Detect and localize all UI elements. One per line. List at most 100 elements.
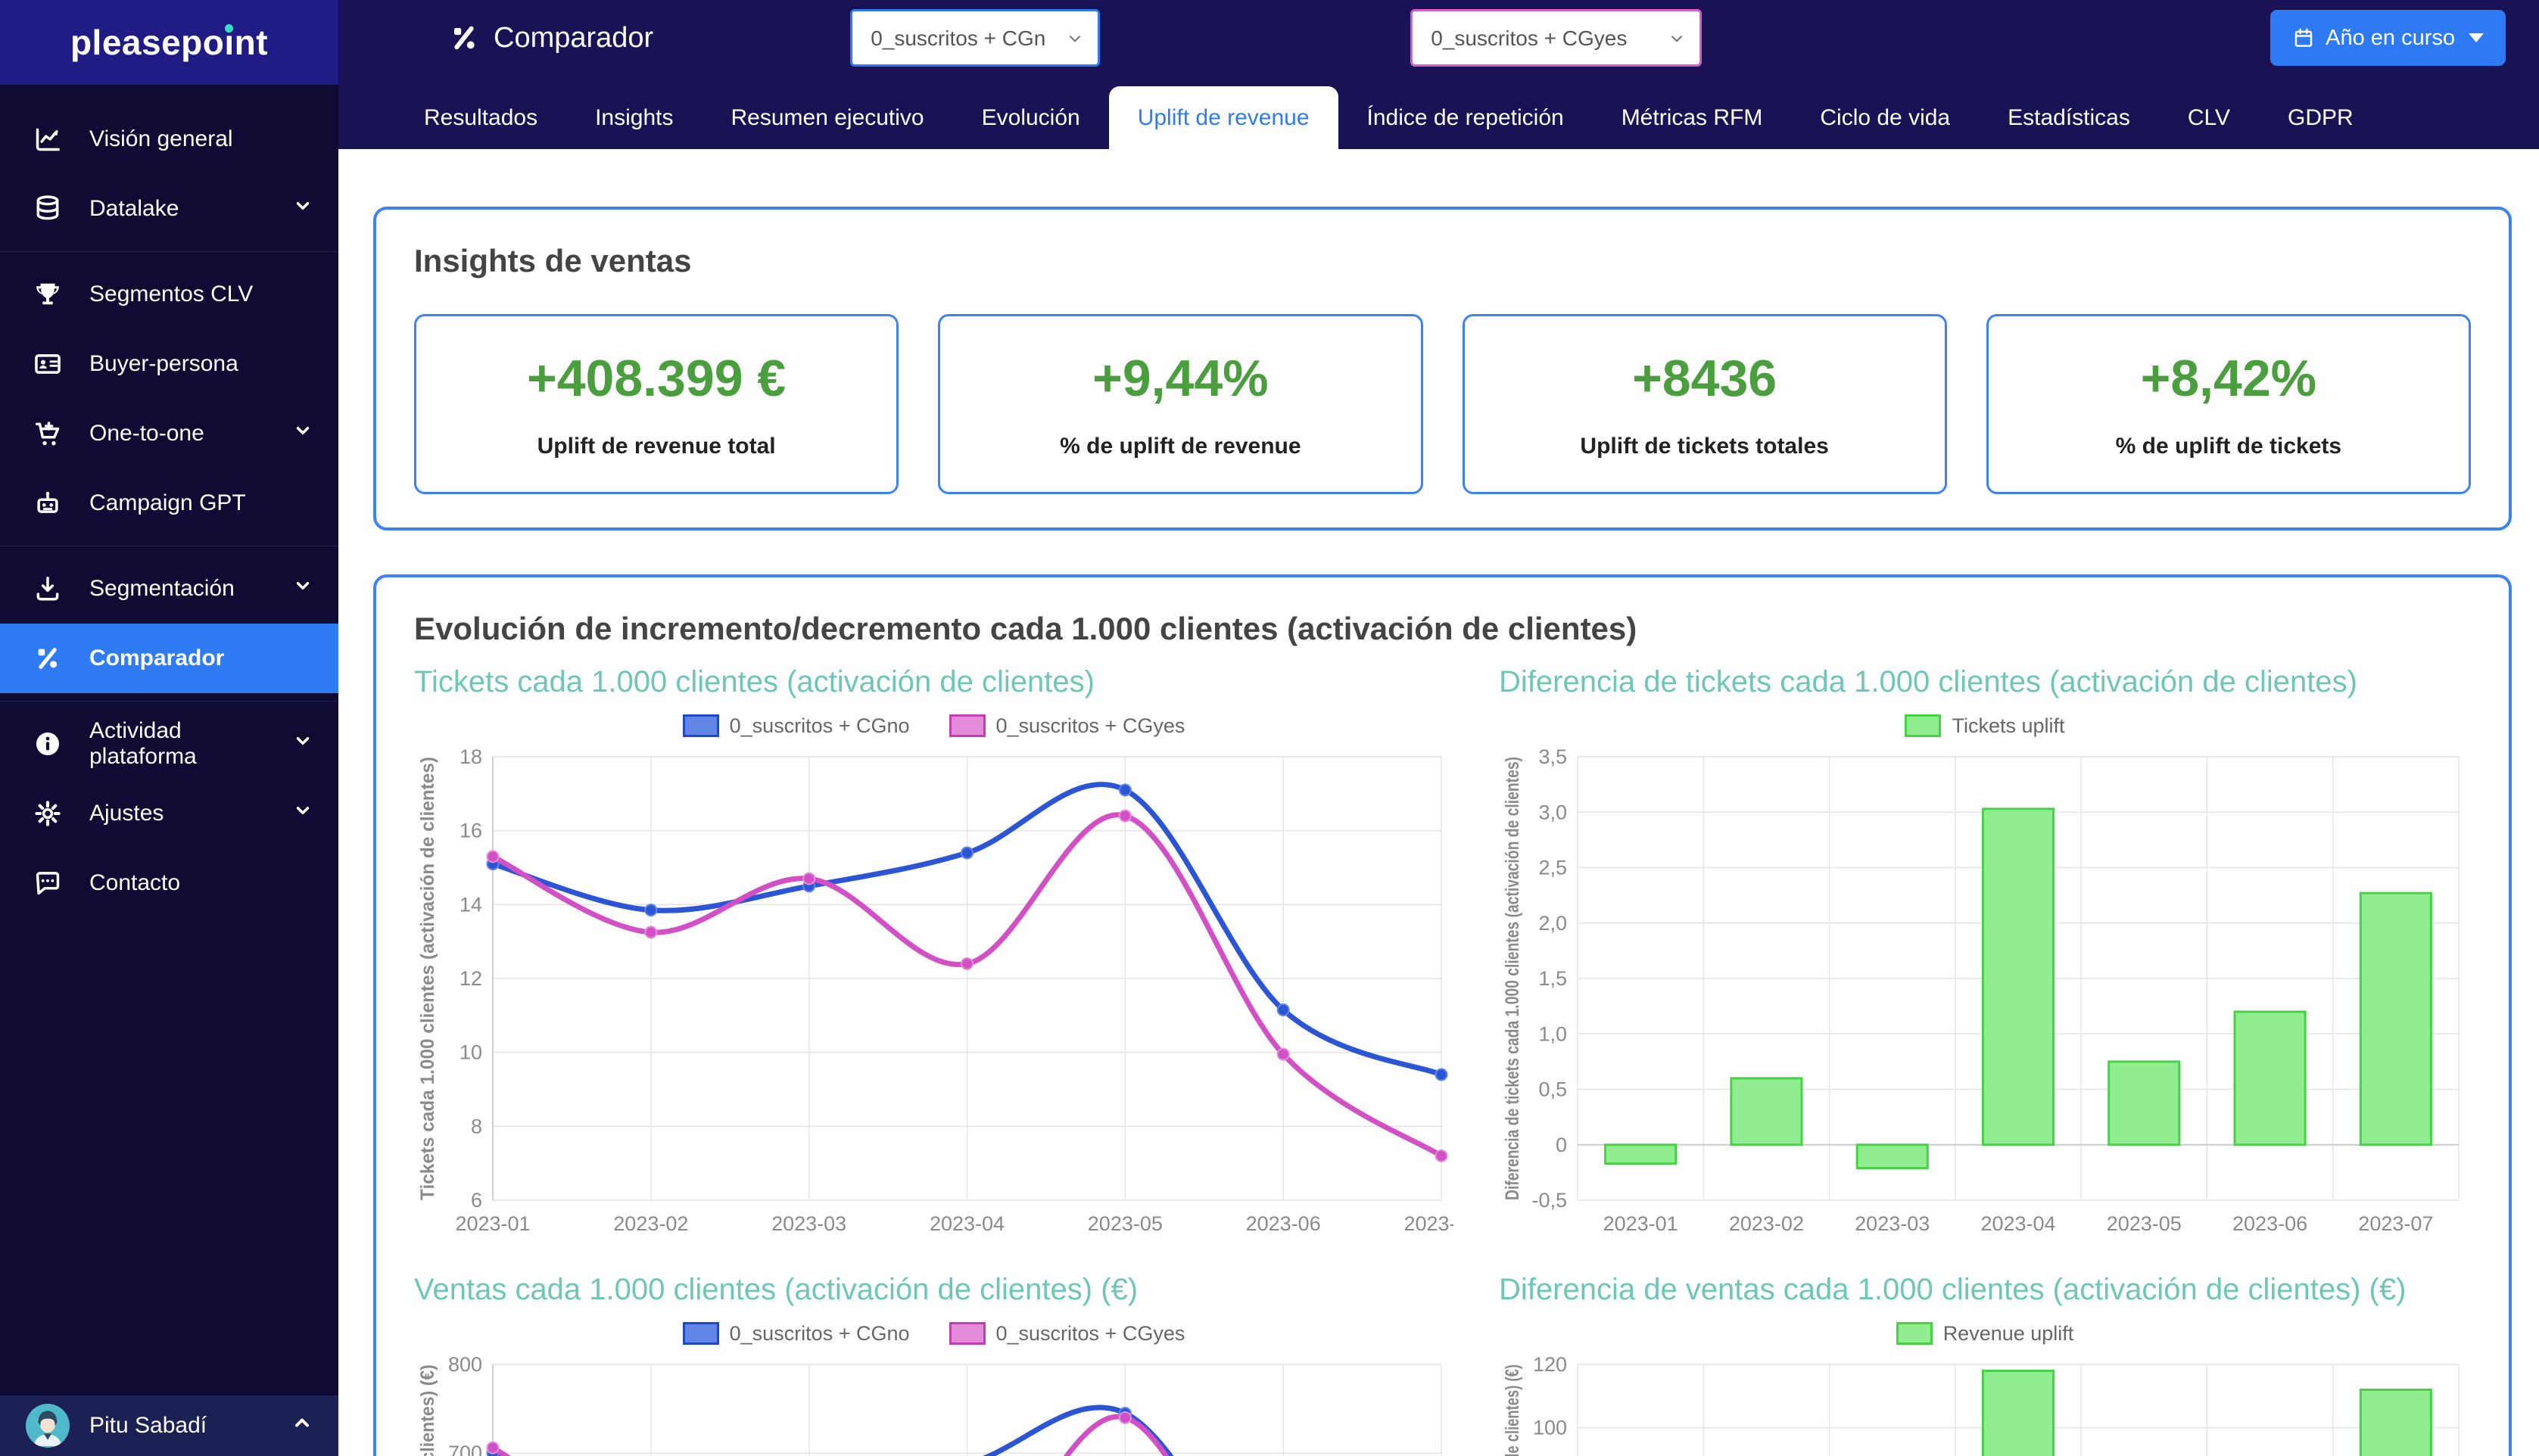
sidebar-divider <box>0 251 338 252</box>
legend-label: 0_suscritos + CGyes <box>996 1322 1185 1346</box>
sidebar-item-label: Segmentos CLV <box>89 282 313 307</box>
chart-legend-ventas-diff: Revenue uplift <box>1499 1316 2471 1351</box>
tab-resultados[interactable]: Resultados <box>395 86 566 149</box>
kpi-value: +8,42% <box>2141 349 2317 408</box>
period-button[interactable]: Año en curso <box>2270 10 2506 66</box>
legend-item[interactable]: Tickets uplift <box>1905 714 2064 738</box>
trophy-icon <box>33 280 67 309</box>
tab-uplift-de-revenue[interactable]: Uplift de revenue <box>1109 86 1338 149</box>
segment-a-select-wrap: 0_suscritos + CGno <box>850 9 1100 67</box>
top-bar: Comparador 0_suscritos + CGno 0_suscrito… <box>338 0 2539 76</box>
kpi-value: +9,44% <box>1092 349 1269 408</box>
chevron-down-icon <box>293 731 313 757</box>
chart-title-ventas-line: Ventas cada 1.000 clientes (activación d… <box>414 1273 1453 1307</box>
svg-text:16: 16 <box>460 820 482 842</box>
tab-bar: ResultadosInsightsResumen ejecutivoEvolu… <box>338 76 2539 149</box>
kpi-label: Uplift de revenue total <box>537 434 776 459</box>
svg-text:18: 18 <box>460 746 482 768</box>
sidebar-item-one-to-one[interactable]: One-to-one <box>0 399 338 468</box>
svg-text:2023-04: 2023-04 <box>1980 1212 2055 1235</box>
tab-evoluci-n[interactable]: Evolución <box>953 86 1109 149</box>
legend-item[interactable]: Revenue uplift <box>1896 1322 2074 1346</box>
sidebar-item-contacto[interactable]: Contacto <box>0 848 338 918</box>
comparador-icon <box>448 22 480 54</box>
sidebar-item-buyer-persona[interactable]: Buyer-persona <box>0 329 338 399</box>
robot-icon <box>33 489 67 518</box>
chart-tickets-diff: 3,53,02,52,01,51,00,50-0,52023-012023-02… <box>1499 746 2471 1246</box>
kpi-value: +8436 <box>1632 349 1777 408</box>
svg-text:Diferencia de tickets cada 1.0: Diferencia de tickets cada 1.000 cliente… <box>1502 757 1523 1200</box>
svg-text:Ventas cada 1.000 clientes (ac: Ventas cada 1.000 clientes (activación d… <box>417 1364 438 1456</box>
calendar-icon <box>2292 26 2315 49</box>
kpi-box-1: +9,44%% de uplift de revenue <box>938 314 1422 494</box>
svg-text:2023-03: 2023-03 <box>1855 1212 1930 1235</box>
svg-text:0,5: 0,5 <box>1538 1078 1567 1101</box>
percent-icon <box>33 644 67 673</box>
tab-gdpr[interactable]: GDPR <box>2259 86 2382 149</box>
period-button-label: Año en curso <box>2326 26 2455 51</box>
sidebar-item-comparador[interactable]: Comparador <box>0 624 338 693</box>
segment-a-select[interactable]: 0_suscritos + CGno <box>850 9 1100 67</box>
avatar <box>26 1404 70 1448</box>
legend-label: 0_suscritos + CGno <box>730 1322 910 1346</box>
tab-ciclo-de-vida[interactable]: Ciclo de vida <box>1791 86 1979 149</box>
svg-text:700: 700 <box>448 1442 482 1456</box>
logo[interactable]: pleasepoınt <box>0 0 338 85</box>
sidebar-item-datalake[interactable]: Datalake <box>0 174 338 244</box>
sidebar-item-campaign-gpt[interactable]: Campaign GPT <box>0 468 338 538</box>
insights-card: Insights de ventas +408.399 €Uplift de r… <box>373 207 2512 530</box>
sidebar: pleasepoınt Visión general Datalake Segmen… <box>0 0 338 1456</box>
tab-estad-sticas[interactable]: Estadísticas <box>1979 86 2159 149</box>
tab-m-tricas-rfm[interactable]: Métricas RFM <box>1593 86 1792 149</box>
legend-item[interactable]: 0_suscritos + CGno <box>683 1322 910 1346</box>
page-title-wrap: Comparador <box>448 22 653 54</box>
chart-tickets-line: 1816141210862023-012023-022023-032023-04… <box>414 746 1453 1246</box>
sidebar-item-segmentos-clv[interactable]: Segmentos CLV <box>0 260 338 329</box>
page-title: Comparador <box>494 22 653 54</box>
sidebar-item-label: Visión general <box>89 126 313 152</box>
sidebar-item-label: Actividad plataforma <box>89 718 293 770</box>
sidebar-item-label: Buyer-persona <box>89 351 313 377</box>
kpi-box-2: +8436Uplift de tickets totales <box>1463 314 1947 494</box>
tab-clv[interactable]: CLV <box>2159 86 2259 149</box>
segment-selects: 0_suscritos + CGno 0_suscritos + CGyes <box>850 9 1702 67</box>
svg-text:1,5: 1,5 <box>1538 967 1567 990</box>
svg-text:3,0: 3,0 <box>1538 801 1567 823</box>
svg-text:120: 120 <box>1533 1354 1567 1376</box>
svg-text:1,0: 1,0 <box>1538 1022 1567 1045</box>
sidebar-item-label: Contacto <box>89 870 313 896</box>
legend-item[interactable]: 0_suscritos + CGyes <box>949 714 1185 738</box>
info-circle-icon <box>33 730 67 758</box>
svg-text:2,5: 2,5 <box>1538 857 1567 879</box>
legend-item[interactable]: 0_suscritos + CGno <box>683 714 910 738</box>
sidebar-item-vision-general[interactable]: Visión general <box>0 104 338 174</box>
svg-text:2023-06: 2023-06 <box>1246 1212 1321 1235</box>
kpi-box-0: +408.399 €Uplift de revenue total <box>414 314 899 494</box>
tab-resumen-ejecutivo[interactable]: Resumen ejecutivo <box>702 86 952 149</box>
kpi-label: % de uplift de tickets <box>2116 434 2341 459</box>
chart-block-tickets-line: Tickets cada 1.000 clientes (activación … <box>414 665 1453 1246</box>
evolution-title: Evolución de incremento/decremento cada … <box>414 611 2471 647</box>
user-menu[interactable]: Pitu Sabadí <box>0 1395 338 1456</box>
logo-i-dot: ı <box>224 23 234 62</box>
segment-b-select[interactable]: 0_suscritos + CGyes <box>1410 9 1702 67</box>
sidebar-item-actividad-plataforma[interactable]: Actividad plataforma <box>0 709 338 779</box>
sidebar-item-segmentacion[interactable]: Segmentación <box>0 554 338 624</box>
chart-title-tickets-diff: Diferencia de tickets cada 1.000 cliente… <box>1499 665 2471 699</box>
tab-insights[interactable]: Insights <box>566 86 702 149</box>
gear-icon <box>33 799 67 828</box>
svg-text:800: 800 <box>448 1354 482 1376</box>
sidebar-item-ajustes[interactable]: Ajustes <box>0 779 338 848</box>
svg-text:10: 10 <box>460 1041 482 1064</box>
sidebar-item-label: One-to-one <box>89 421 293 446</box>
tab--ndice-de-repetici-n[interactable]: Índice de repetición <box>1338 86 1593 149</box>
legend-item[interactable]: 0_suscritos + CGyes <box>949 1322 1185 1346</box>
svg-text:6: 6 <box>471 1189 482 1212</box>
chart-block-ventas-line: Ventas cada 1.000 clientes (activación d… <box>414 1273 1453 1456</box>
legend-swatch <box>683 1322 719 1345</box>
chevron-down-icon <box>293 576 313 602</box>
content: Insights de ventas +408.399 €Uplift de r… <box>338 149 2539 1456</box>
svg-text:Diferencia de ventas cada 1.00: Diferencia de ventas cada 1.000 clientes… <box>1502 1364 1523 1456</box>
sidebar-item-label: Datalake <box>89 196 293 222</box>
sidebar-item-label: Ajustes <box>89 801 293 826</box>
